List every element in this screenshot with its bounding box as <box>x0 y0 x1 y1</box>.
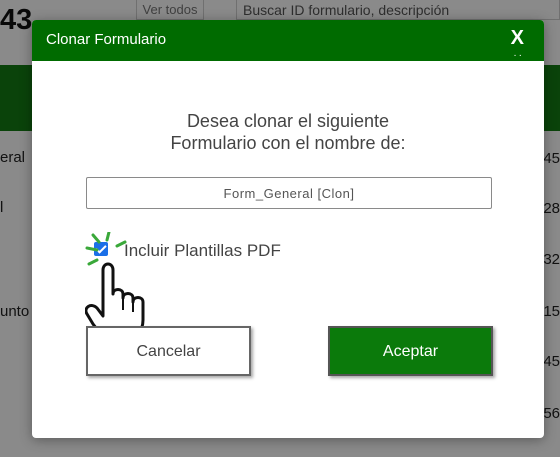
close-icon-underline: ·· <box>513 50 524 61</box>
dialog-title: Clonar Formulario <box>46 31 167 48</box>
clone-name-field[interactable] <box>86 177 492 209</box>
cancel-button[interactable]: Cancelar <box>86 326 251 376</box>
include-pdf-label[interactable]: Incluir Plantillas PDF <box>124 241 281 261</box>
clone-form-dialog: Clonar Formulario X ·· Desea clonar el s… <box>32 20 544 438</box>
accept-button[interactable]: Aceptar <box>328 326 493 376</box>
dialog-message: Desea clonar el siguiente Formulario con… <box>32 110 544 154</box>
message-line-2: Formulario con el nombre de: <box>170 133 406 153</box>
message-line-1: Desea clonar el siguiente <box>186 111 390 131</box>
dialog-header: Clonar Formulario X ·· <box>32 20 544 61</box>
include-pdf-checkbox[interactable] <box>94 242 108 256</box>
cancel-button-label: Cancelar <box>136 343 201 360</box>
accept-button-label: Aceptar <box>382 343 439 360</box>
close-icon[interactable]: X <box>511 26 524 50</box>
